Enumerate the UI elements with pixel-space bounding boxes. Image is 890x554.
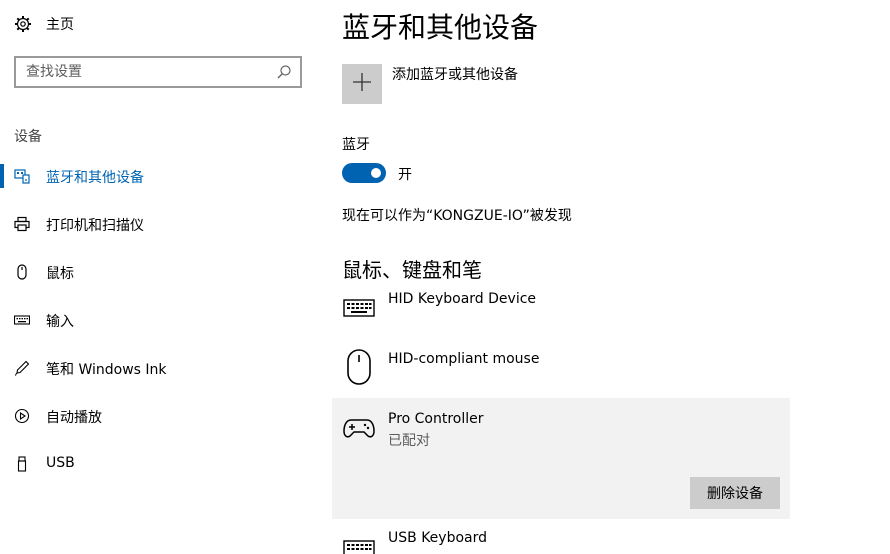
- gamepad-icon: [342, 411, 376, 445]
- device-name: HID Keyboard Device: [388, 291, 537, 307]
- sidebar-item-label: USB: [46, 455, 75, 471]
- bluetooth-devices-icon: [14, 168, 30, 184]
- sidebar-item-printers[interactable]: 打印机和扫描仪: [0, 206, 316, 242]
- toggle-knob: [371, 168, 381, 178]
- toggle-state-label: 开: [398, 167, 412, 183]
- search-input[interactable]: [26, 62, 266, 82]
- sidebar-item-label: 鼠标: [46, 266, 74, 282]
- sidebar-item-usb[interactable]: USB: [0, 446, 316, 482]
- home-label: 主页: [46, 17, 74, 33]
- device-item-usb-keyboard[interactable]: USB Keyboard: [332, 519, 790, 554]
- active-indicator: [0, 164, 4, 188]
- home-link[interactable]: 主页: [14, 12, 74, 36]
- gear-icon: [14, 15, 32, 33]
- sidebar-item-typing[interactable]: 输入: [0, 302, 316, 338]
- device-name: HID-compliant mouse: [388, 351, 540, 367]
- device-name: Pro Controller: [388, 411, 484, 427]
- discoverable-text: 现在可以作为“KONGZUE-IO”被发现: [342, 208, 572, 224]
- bluetooth-label: 蓝牙: [342, 137, 370, 153]
- sidebar-item-label: 输入: [46, 314, 74, 330]
- keyboard-icon: [342, 531, 376, 554]
- autoplay-icon: [14, 408, 30, 424]
- device-item-keyboard[interactable]: HID Keyboard Device: [332, 286, 790, 342]
- section-title: 设备: [14, 129, 42, 145]
- page-title: 蓝牙和其他设备: [342, 11, 539, 44]
- section-title: 鼠标、键盘和笔: [342, 258, 482, 282]
- device-item-mouse[interactable]: HID-compliant mouse: [332, 342, 790, 398]
- add-device-button[interactable]: [342, 64, 382, 104]
- search-box[interactable]: [14, 56, 302, 88]
- sidebar-item-mouse[interactable]: 鼠标: [0, 254, 316, 290]
- device-name: USB Keyboard: [388, 530, 487, 546]
- device-item-controller[interactable]: Pro Controller 已配对 删除设备: [332, 398, 790, 519]
- printer-icon: [14, 216, 30, 232]
- keyboard-icon: [14, 312, 30, 328]
- add-device-label[interactable]: 添加蓝牙或其他设备: [392, 64, 518, 84]
- pen-icon: [14, 360, 30, 376]
- sidebar-item-bluetooth[interactable]: 蓝牙和其他设备: [0, 158, 316, 194]
- keyboard-icon: [342, 290, 376, 324]
- mouse-icon: [14, 264, 30, 280]
- sidebar-item-autoplay[interactable]: 自动播放: [0, 398, 316, 434]
- device-status: 已配对: [388, 433, 430, 449]
- sidebar-item-label: 蓝牙和其他设备: [46, 170, 144, 186]
- usb-icon: [14, 456, 30, 472]
- main-content: 蓝牙和其他设备 添加蓝牙或其他设备 蓝牙 开 现在可以作为“KONGZUE-IO…: [332, 0, 890, 554]
- sidebar-item-label: 笔和 Windows Ink: [46, 362, 167, 378]
- sidebar-item-label: 自动播放: [46, 410, 102, 426]
- sidebar-item-label: 打印机和扫描仪: [46, 218, 144, 234]
- mouse-icon: [342, 349, 376, 385]
- sidebar: 主页 设备 蓝牙和其他设备: [0, 0, 316, 554]
- plus-icon: [352, 72, 372, 96]
- remove-device-button[interactable]: 删除设备: [690, 477, 780, 509]
- bluetooth-toggle[interactable]: [342, 163, 386, 183]
- search-icon[interactable]: [276, 64, 292, 80]
- sidebar-item-pen[interactable]: 笔和 Windows Ink: [0, 350, 316, 386]
